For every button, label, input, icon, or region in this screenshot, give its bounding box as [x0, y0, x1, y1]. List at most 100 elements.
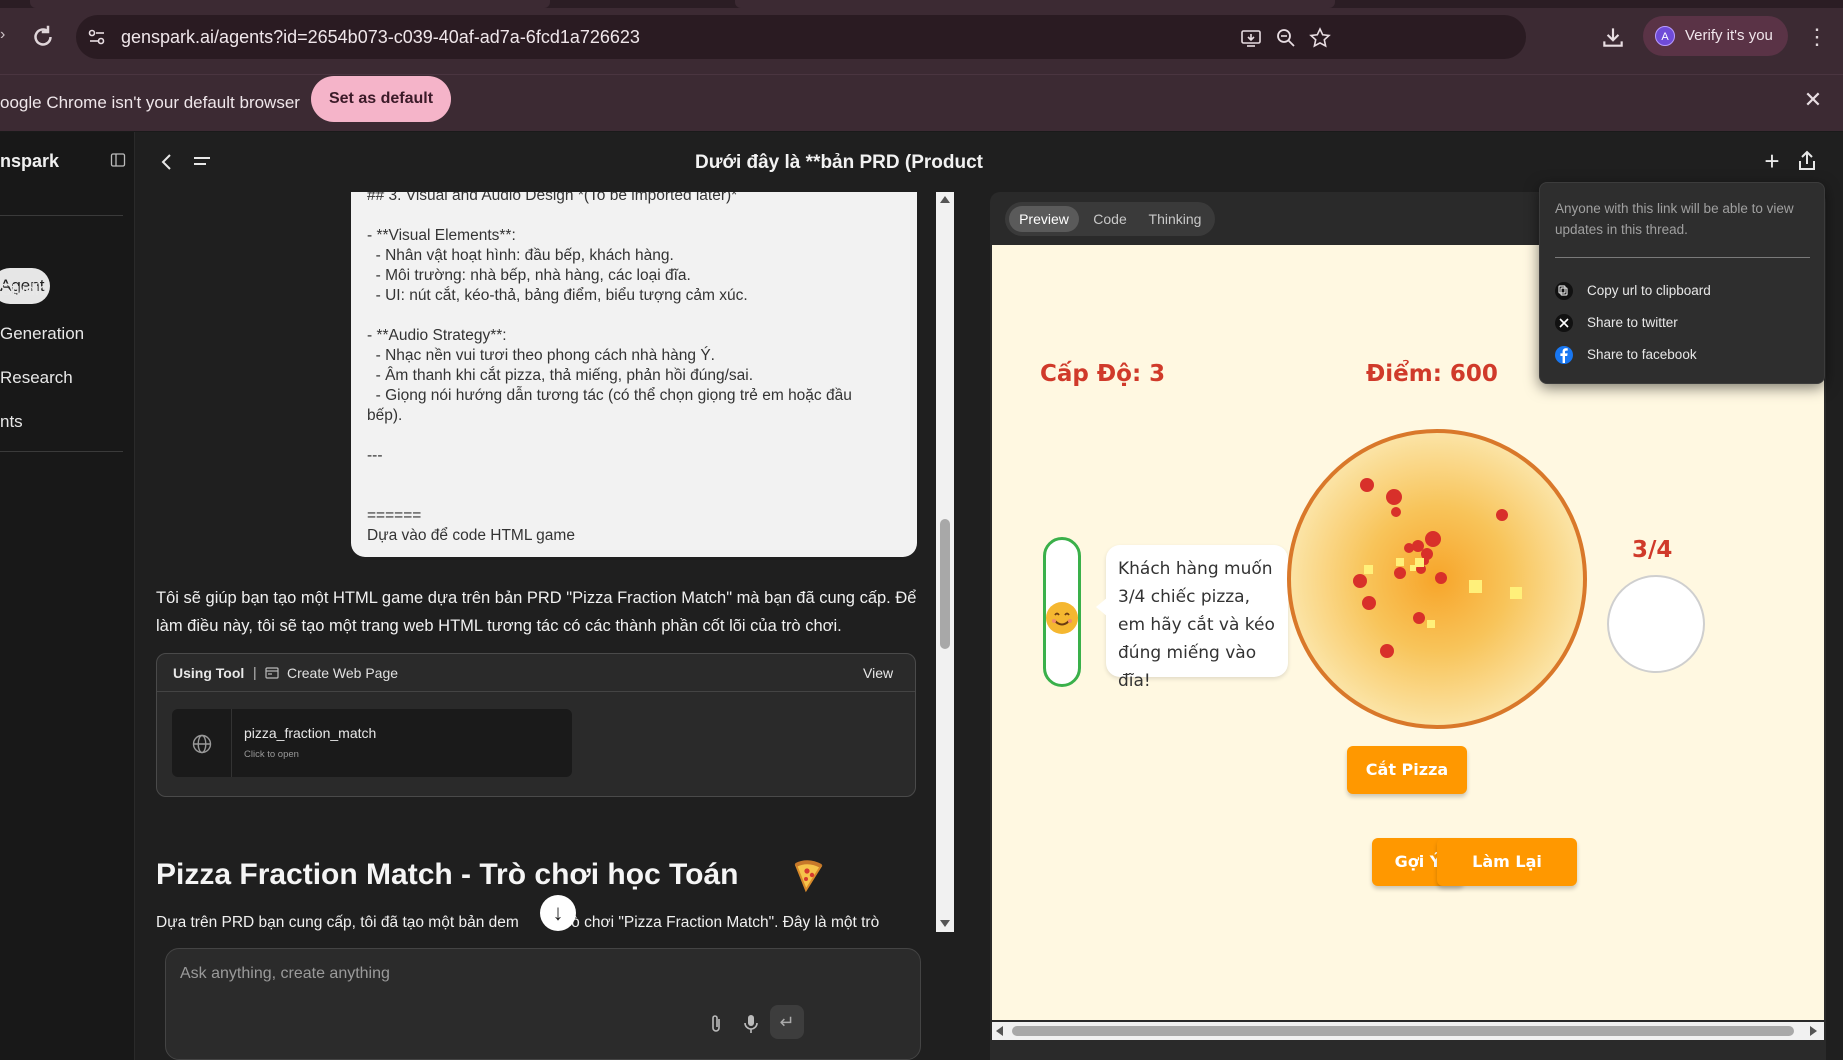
- share-facebook-label: Share to facebook: [1587, 347, 1697, 362]
- download-icon[interactable]: [1600, 24, 1626, 50]
- kebab-menu-icon[interactable]: ⋮: [1806, 22, 1828, 52]
- pizza-icon: [790, 857, 826, 893]
- preview-horizontal-scrollbar[interactable]: [992, 1022, 1824, 1040]
- scrollbar-thumb[interactable]: [1012, 1026, 1794, 1036]
- user-message-line: [367, 466, 901, 486]
- sidebar-divider: [0, 215, 123, 216]
- speech-bubble: Khách hàng muốn 3/4 chiếc pizza, em hãy …: [1096, 545, 1288, 691]
- speech-bubble-tail: [1096, 597, 1108, 617]
- new-thread-plus-icon[interactable]: +: [1760, 148, 1784, 174]
- view-button[interactable]: View: [863, 665, 893, 681]
- user-message-line: bếp).: [367, 407, 403, 424]
- sidebar-divider: [0, 451, 123, 452]
- cut-pizza-button[interactable]: Cắt Pizza: [1347, 746, 1467, 794]
- bookmark-star-icon[interactable]: [1309, 27, 1331, 49]
- close-icon[interactable]: ✕: [1800, 87, 1826, 113]
- avatar: A: [1655, 26, 1675, 46]
- sidebar-item-generation[interactable]: Generation: [0, 324, 84, 344]
- preview-tab-group: Preview Code Thinking: [1005, 202, 1215, 236]
- chat-thread: ## 3. Visual and Audio Design *(To be im…: [135, 192, 955, 1060]
- copy-icon: [1555, 282, 1573, 300]
- tab-strip: [0, 0, 1843, 8]
- scroll-up-arrow-icon[interactable]: [940, 196, 950, 203]
- file-icon-box: [172, 709, 232, 777]
- globe-icon: [191, 733, 213, 755]
- profile-button[interactable]: A Verify it's you: [1643, 16, 1788, 56]
- share-note: Anyone with this link will be able to vi…: [1555, 201, 1794, 237]
- scroll-to-bottom-button[interactable]: ↓: [540, 895, 576, 931]
- scrollbar-thumb[interactable]: [940, 519, 950, 649]
- send-button[interactable]: ↵: [770, 1005, 804, 1039]
- paragraph-left: Dựa trên PRD bạn cung cấp, tôi đã tạo mộ…: [156, 914, 519, 931]
- paragraph-right: o trò chơi "Pizza Fraction Match". Đây l…: [548, 914, 880, 931]
- user-message-line: [367, 486, 901, 506]
- user-message-line: [367, 206, 901, 226]
- sidebar-toggle-icon[interactable]: [110, 152, 126, 168]
- score-label: Điểm: 600: [1366, 361, 1498, 387]
- user-message-text: ## 3. Visual and Audio Design *(To be im…: [367, 192, 901, 546]
- web-page-icon: [265, 666, 279, 680]
- x-twitter-icon: [1555, 314, 1573, 332]
- tab-edge[interactable]: [735, 0, 1335, 8]
- user-message-line: - **Audio Strategy**:: [367, 327, 507, 344]
- browser-toolbar: › genspark.ai/agents?id=2654b073-c039-40…: [0, 0, 1843, 74]
- copy-url-label: Copy url to clipboard: [1587, 283, 1711, 298]
- pizza[interactable]: [1287, 429, 1587, 729]
- response-paragraph: Dựa trên PRD bạn cung cấp, tôi đã tạo mộ…: [156, 914, 879, 932]
- tab-preview[interactable]: Preview: [1009, 206, 1079, 232]
- share-facebook-button[interactable]: Share to facebook: [1555, 343, 1811, 367]
- back-arrow-icon[interactable]: ›: [0, 26, 10, 46]
- sidebar-item-research[interactable]: Research: [0, 368, 73, 388]
- user-message-line: ## 3. Visual and Audio Design *(To be im…: [367, 192, 738, 204]
- user-message-line: [367, 306, 901, 326]
- scroll-down-arrow-icon[interactable]: [940, 920, 950, 927]
- share-twitter-label: Share to twitter: [1587, 315, 1678, 330]
- tool-name: Create Web Page: [287, 665, 399, 681]
- generated-file-card[interactable]: pizza_fraction_match Click to open: [172, 709, 572, 777]
- reset-button[interactable]: Làm Lại: [1437, 838, 1577, 886]
- tool-call-card: Using Tool | Create Web Page View pizza_…: [156, 653, 916, 797]
- plate-drop-zone[interactable]: [1607, 575, 1705, 673]
- user-message-line: ======: [367, 507, 422, 524]
- reload-icon[interactable]: [28, 22, 58, 52]
- smiley-face-icon: [1046, 602, 1078, 634]
- paperclip-icon[interactable]: [706, 1013, 726, 1035]
- facebook-icon: [1555, 346, 1573, 364]
- level-label: Cấp Độ: 3: [1040, 361, 1166, 387]
- share-popover: Anyone with this link will be able to vi…: [1539, 182, 1825, 384]
- user-message-bubble: ## 3. Visual and Audio Design *(To be im…: [351, 192, 917, 557]
- brand-logo-text[interactable]: nspark: [0, 151, 59, 172]
- address-bar[interactable]: genspark.ai/agents?id=2654b073-c039-40af…: [76, 15, 1526, 59]
- file-name: pizza_fraction_match: [244, 725, 377, 741]
- chat-scrollbar[interactable]: [936, 192, 954, 932]
- separator: |: [253, 664, 257, 680]
- tab-edge[interactable]: [30, 0, 550, 8]
- chat-input-placeholder[interactable]: Ask anything, create anything: [180, 965, 390, 983]
- default-browser-infobar: oogle Chrome isn't your default browser …: [0, 74, 1843, 132]
- share-twitter-button[interactable]: Share to twitter: [1555, 311, 1811, 335]
- sidebar-item-studio[interactable]: Studio: [0, 280, 48, 300]
- assistant-message-text: Tôi sẽ giúp bạn tạo một HTML game dựa tr…: [156, 589, 917, 635]
- profile-label: Verify it's you: [1685, 27, 1773, 44]
- chat-input-box[interactable]: Ask anything, create anything ↵: [165, 948, 921, 1060]
- set-default-button[interactable]: Set as default: [311, 76, 451, 122]
- site-info-icon[interactable]: [86, 26, 108, 48]
- scroll-right-arrow-icon[interactable]: [1810, 1026, 1817, 1036]
- sidebar-item-agents[interactable]: nts: [0, 412, 23, 432]
- microphone-icon[interactable]: [741, 1013, 761, 1035]
- tab-thinking[interactable]: Thinking: [1139, 206, 1211, 232]
- customer-character: [1043, 537, 1081, 687]
- zoom-icon[interactable]: [1275, 27, 1297, 49]
- file-subtitle: Click to open: [244, 749, 299, 760]
- copy-url-button[interactable]: Copy url to clipboard: [1555, 279, 1811, 303]
- page-title: Dưới đây là **bản PRD (Product: [694, 152, 984, 173]
- install-app-icon[interactable]: [1240, 27, 1262, 49]
- scroll-left-arrow-icon[interactable]: [996, 1026, 1003, 1036]
- tool-card-header: Using Tool | Create Web Page View: [157, 654, 915, 692]
- share-icon[interactable]: [1795, 149, 1819, 173]
- user-message-line: - UI: nút cắt, kéo-thả, bảng điểm, biểu …: [367, 287, 748, 304]
- url-text[interactable]: genspark.ai/agents?id=2654b073-c039-40af…: [121, 27, 640, 48]
- tab-code[interactable]: Code: [1085, 206, 1135, 232]
- pizza-toppings: [1353, 478, 1522, 658]
- user-message-line: - Âm thanh khi cắt pizza, thả miếng, phả…: [367, 367, 754, 384]
